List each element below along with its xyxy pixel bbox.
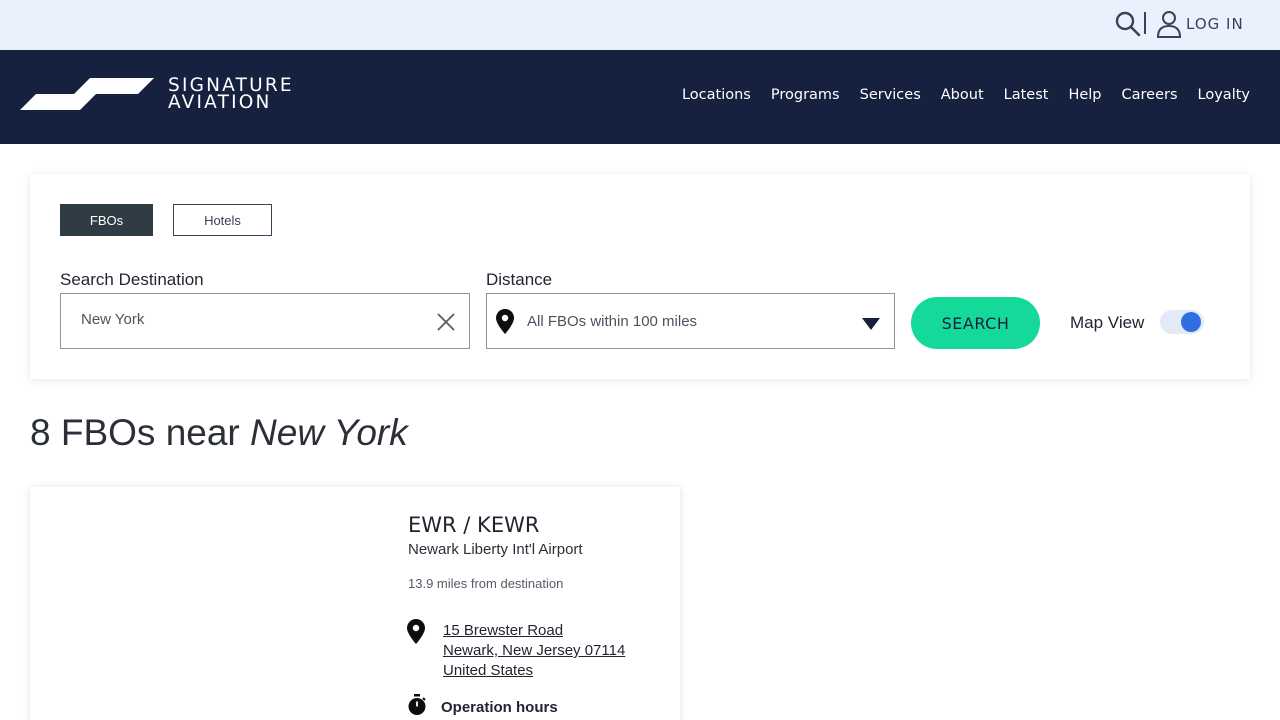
signature-aviation-logo[interactable]: SIGNATURE AVIATION	[20, 76, 294, 112]
address-line-2: Newark, New Jersey 07114	[443, 642, 626, 659]
fbo-result-card[interactable]: EWR / KEWR Newark Liberty Int'l Airport …	[30, 487, 680, 720]
nav-item-latest[interactable]: Latest	[1004, 87, 1049, 103]
destination-label: Search Destination	[60, 270, 204, 289]
search-icon[interactable]	[1114, 10, 1142, 38]
map-view-label: Map View	[1070, 313, 1145, 332]
address-line-1: 15 Brewster Road	[443, 622, 564, 639]
distance-value: All FBOs within 100 miles	[527, 313, 698, 330]
stopwatch-icon	[408, 694, 426, 715]
nav-item-services[interactable]: Services	[860, 87, 921, 103]
airport-code: EWR / KEWR	[408, 513, 540, 537]
distance-label: Distance	[486, 270, 553, 289]
search-button[interactable]: SEARCH	[911, 297, 1040, 349]
nav-item-about[interactable]: About	[941, 87, 984, 103]
login-label: LOG IN	[1186, 15, 1244, 33]
nav-item-locations[interactable]: Locations	[682, 87, 751, 103]
results-query: New York	[250, 412, 408, 453]
logo-wordmark: SIGNATURE AVIATION	[168, 76, 294, 113]
distance-select[interactable]: All FBOs within 100 miles	[486, 293, 895, 349]
user-icon	[1156, 11, 1182, 38]
primary-nav: Locations Programs Services About Latest…	[682, 87, 1250, 103]
destination-field	[60, 293, 470, 349]
results-heading: 8 FBOs near New York	[30, 412, 408, 454]
card-image	[30, 487, 380, 720]
address-link[interactable]: 15 Brewster Road Newark, New Jersey 0711…	[443, 621, 625, 681]
search-panel: FBOs Hotels Search Destination Distance …	[30, 174, 1250, 379]
nav-item-careers[interactable]: Careers	[1122, 87, 1178, 103]
results-count-text: 8 FBOs near	[30, 412, 240, 453]
nav-item-loyalty[interactable]: Loyalty	[1198, 87, 1250, 103]
chevron-down-icon	[862, 318, 880, 330]
map-view-toggle[interactable]	[1160, 310, 1204, 334]
nav-item-programs[interactable]: Programs	[771, 87, 840, 103]
address-line-3: United States	[443, 662, 534, 679]
distance-from-destination: 13.9 miles from destination	[408, 576, 564, 591]
destination-input[interactable]	[81, 311, 421, 328]
tab-fbos[interactable]: FBOs	[60, 204, 153, 236]
clear-icon[interactable]	[435, 311, 457, 333]
location-pin-icon	[496, 309, 514, 334]
logo-line-2: AVIATION	[168, 92, 272, 113]
airport-name: Newark Liberty Int'l Airport	[408, 541, 583, 558]
utility-bar: LOG IN	[0, 0, 1280, 50]
location-pin-icon	[407, 619, 425, 644]
logo-mark-icon	[20, 78, 154, 110]
nav-item-help[interactable]: Help	[1068, 87, 1101, 103]
toggle-knob	[1181, 312, 1201, 332]
login-button[interactable]: LOG IN	[1156, 9, 1244, 39]
main-navbar: SIGNATURE AVIATION Locations Programs Se…	[0, 50, 1280, 144]
operation-hours-label: Operation hours	[441, 699, 558, 716]
tab-hotels[interactable]: Hotels	[173, 204, 272, 236]
utility-divider	[1144, 12, 1146, 34]
